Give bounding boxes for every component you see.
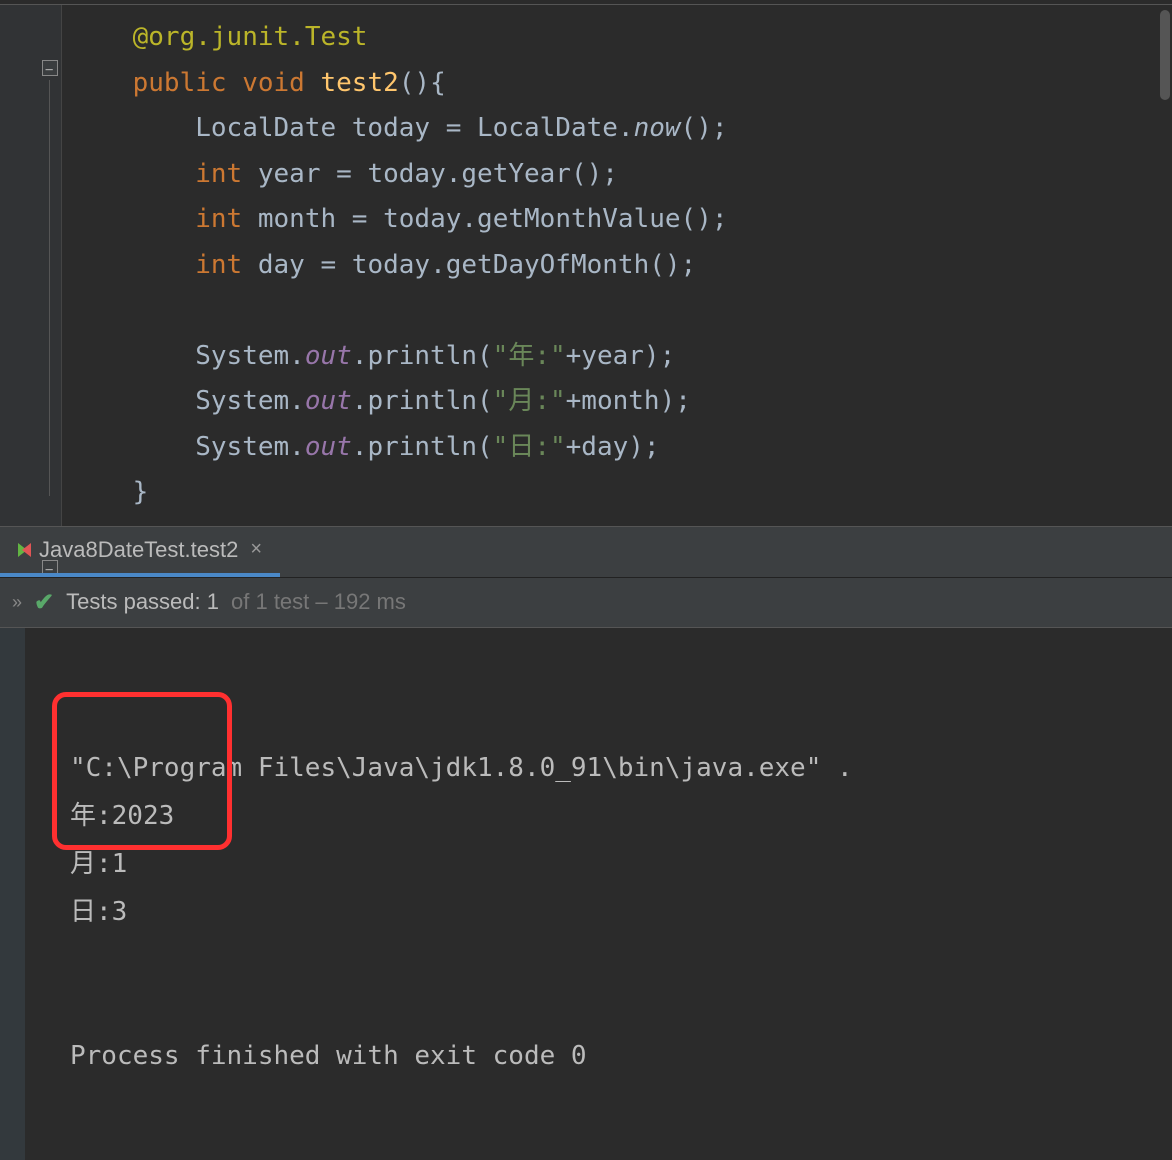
vertical-scrollbar[interactable] — [1160, 10, 1170, 100]
code-editor[interactable]: @org.junit.Test public void test2(){ Loc… — [0, 4, 1172, 526]
console-line-day: 日:3 — [70, 897, 127, 927]
console-output[interactable]: "C:\Program Files\Java\jdk1.8.0_91\bin\j… — [0, 628, 1172, 1160]
expand-icon[interactable]: » — [12, 592, 22, 613]
run-tab[interactable]: Java8DateTest.test2 × — [0, 527, 280, 577]
editor-gutter — [0, 5, 62, 526]
close-icon[interactable]: × — [250, 538, 262, 561]
tests-passed-label: Tests passed: 1 — [66, 589, 219, 615]
console-command: "C:\Program Files\Java\jdk1.8.0_91\bin\j… — [70, 753, 853, 783]
console-exit-message: Process finished with exit code 0 — [70, 1041, 587, 1071]
method-name: test2 — [320, 68, 398, 98]
fold-line — [49, 80, 50, 496]
type-localdate: LocalDate — [195, 113, 336, 143]
code-content[interactable]: @org.junit.Test public void test2(){ Loc… — [0, 15, 1172, 516]
fold-collapse-icon[interactable] — [42, 60, 58, 76]
keyword-public: public — [133, 68, 227, 98]
console-line-year: 年:2023 — [70, 801, 174, 831]
tests-summary: of 1 test – 192 ms — [231, 589, 406, 615]
run-rerun-icon — [18, 543, 27, 557]
static-method: now — [634, 113, 681, 143]
check-icon: ✔ — [34, 588, 54, 617]
run-tab-bar: Java8DateTest.test2 × — [0, 526, 1172, 578]
test-status-bar: » ✔ Tests passed: 1 of 1 test – 192 ms — [0, 578, 1172, 628]
console-gutter — [0, 628, 25, 1160]
run-tab-label: Java8DateTest.test2 — [39, 537, 238, 563]
keyword-int: int — [195, 159, 242, 189]
console-line-month: 月:1 — [70, 849, 127, 879]
annotation: @org.junit.Test — [133, 22, 368, 52]
string-literal: "年:" — [493, 341, 566, 371]
keyword-void: void — [242, 68, 305, 98]
static-field: out — [305, 341, 352, 371]
